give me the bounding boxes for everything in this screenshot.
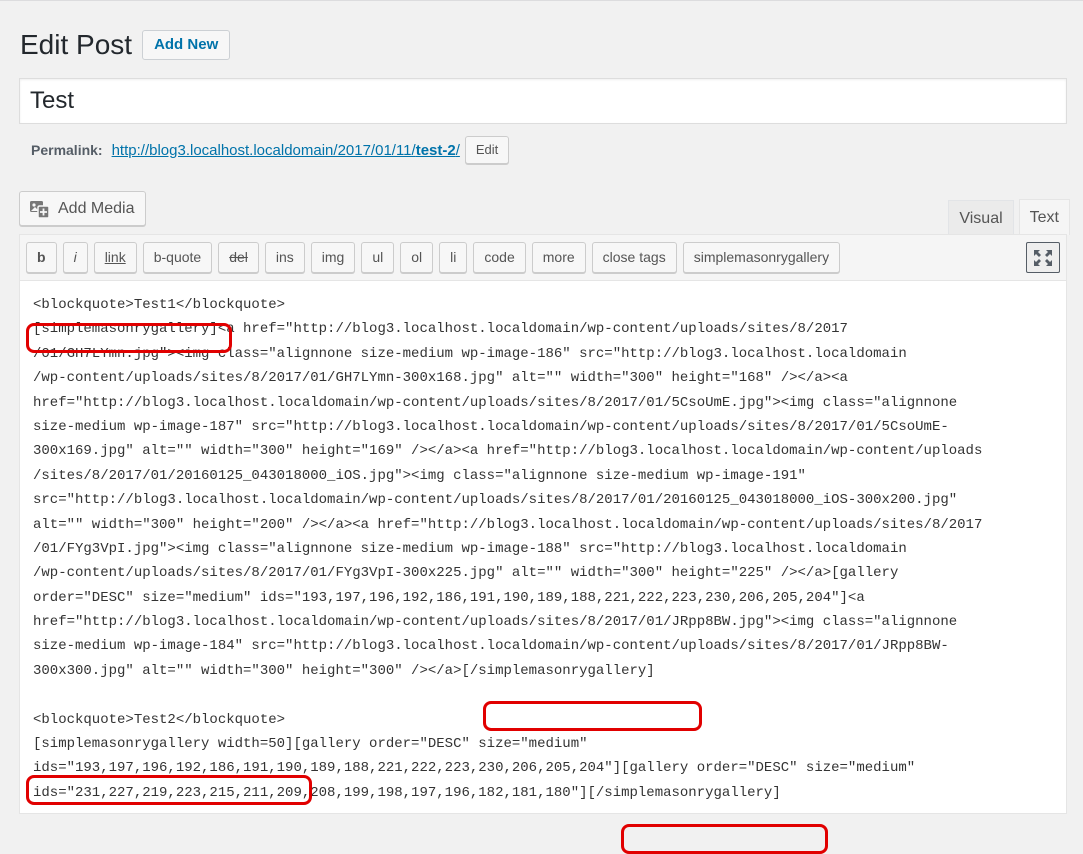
qt-close-tags-button[interactable]: close tags <box>591 242 677 273</box>
code-line: [simplemasonrygallery]<a href="http://bl… <box>33 321 848 338</box>
add-new-button[interactable]: Add New <box>142 30 231 60</box>
code-line: 300x169.jpg" alt="" width="300" height="… <box>33 443 983 460</box>
qt-more-button[interactable]: more <box>531 242 586 273</box>
code-line: ids="231,227,219,223,215,211,209,208,199… <box>33 784 781 801</box>
quicktags-toolbar: b i link b-quote del ins img ul ol li co… <box>20 235 1066 281</box>
qt-code-button[interactable]: code <box>473 242 526 273</box>
add-media-button[interactable]: Add Media <box>19 191 146 226</box>
qt-italic-button[interactable]: i <box>62 242 88 273</box>
code-line: href="http://blog3.localhost.localdomain… <box>33 614 958 631</box>
qt-ins-button[interactable]: ins <box>264 242 305 273</box>
code-line: <blockquote>Test2</blockquote> <box>33 711 286 728</box>
post-title-input[interactable] <box>19 78 1067 124</box>
qt-li-button[interactable]: li <box>439 242 468 273</box>
fullscreen-button[interactable] <box>1026 242 1060 273</box>
qt-simplemasonrygallery-button[interactable]: simplemasonrygallery <box>682 242 841 273</box>
tab-visual[interactable]: Visual <box>948 200 1014 235</box>
qt-blockquote-button[interactable]: b-quote <box>142 242 213 273</box>
code-line: ids="193,197,196,192,186,191,190,189,188… <box>33 760 916 777</box>
highlight-close-shortcode-2 <box>621 824 828 854</box>
code-line: /01/GH7LYmn.jpg"><img class="alignnone s… <box>33 345 907 362</box>
code-line: /wp-content/uploads/sites/8/2017/01/FYg3… <box>33 565 899 582</box>
page-title: Edit Post <box>20 29 133 60</box>
code-line: 300x300.jpg" alt="" width="300" height="… <box>33 662 655 679</box>
qt-img-button[interactable]: img <box>310 242 356 273</box>
code-line: alt="" width="300" height="200" /></a><a… <box>33 516 983 533</box>
code-line: size-medium wp-image-187" src="http://bl… <box>33 418 949 435</box>
qt-ul-button[interactable]: ul <box>361 242 395 273</box>
permalink-link[interactable]: http://blog3.localhost.localdomain/2017/… <box>112 142 460 159</box>
content-textarea[interactable]: <blockquote>Test1</blockquote> [simplema… <box>20 281 1066 854</box>
qt-ol-button[interactable]: ol <box>400 242 434 273</box>
fullscreen-icon <box>1034 249 1052 266</box>
top-border <box>0 0 1083 1</box>
code-line: href="http://blog3.localhost.localdomain… <box>33 394 958 411</box>
tab-text[interactable]: Text <box>1018 199 1070 235</box>
qt-link-button[interactable]: link <box>93 242 137 273</box>
add-media-icon <box>30 201 50 219</box>
code-line: /01/FYg3VpI.jpg"><img class="alignnone s… <box>33 540 907 557</box>
qt-del-button[interactable]: del <box>218 242 259 273</box>
code-line: src="http://blog3.localhost.localdomain/… <box>33 492 958 509</box>
permalink-row: Permalink: http://blog3.localhost.locald… <box>31 136 510 164</box>
code-line: size-medium wp-image-184" src="http://bl… <box>33 638 949 655</box>
qt-bold-button[interactable]: b <box>26 242 57 273</box>
permalink-edit-button[interactable]: Edit <box>464 136 510 164</box>
code-line: order="DESC" size="medium" ids="193,197,… <box>33 589 865 606</box>
page-header: Edit Post Add New <box>20 27 231 63</box>
add-media-label: Add Media <box>58 199 135 217</box>
code-line: [simplemasonrygallery width=50][gallery … <box>33 736 588 753</box>
code-line: /wp-content/uploads/sites/8/2017/01/GH7L… <box>33 370 848 387</box>
text-editor: b i link b-quote del ins img ul ol li co… <box>19 234 1067 854</box>
code-line: <blockquote>Test1</blockquote> <box>33 297 286 313</box>
permalink-label: Permalink: <box>31 142 103 158</box>
code-line: /sites/8/2017/01/20160125_043018000_iOS.… <box>33 467 806 484</box>
editor-tabs: Visual Text <box>943 199 1070 235</box>
